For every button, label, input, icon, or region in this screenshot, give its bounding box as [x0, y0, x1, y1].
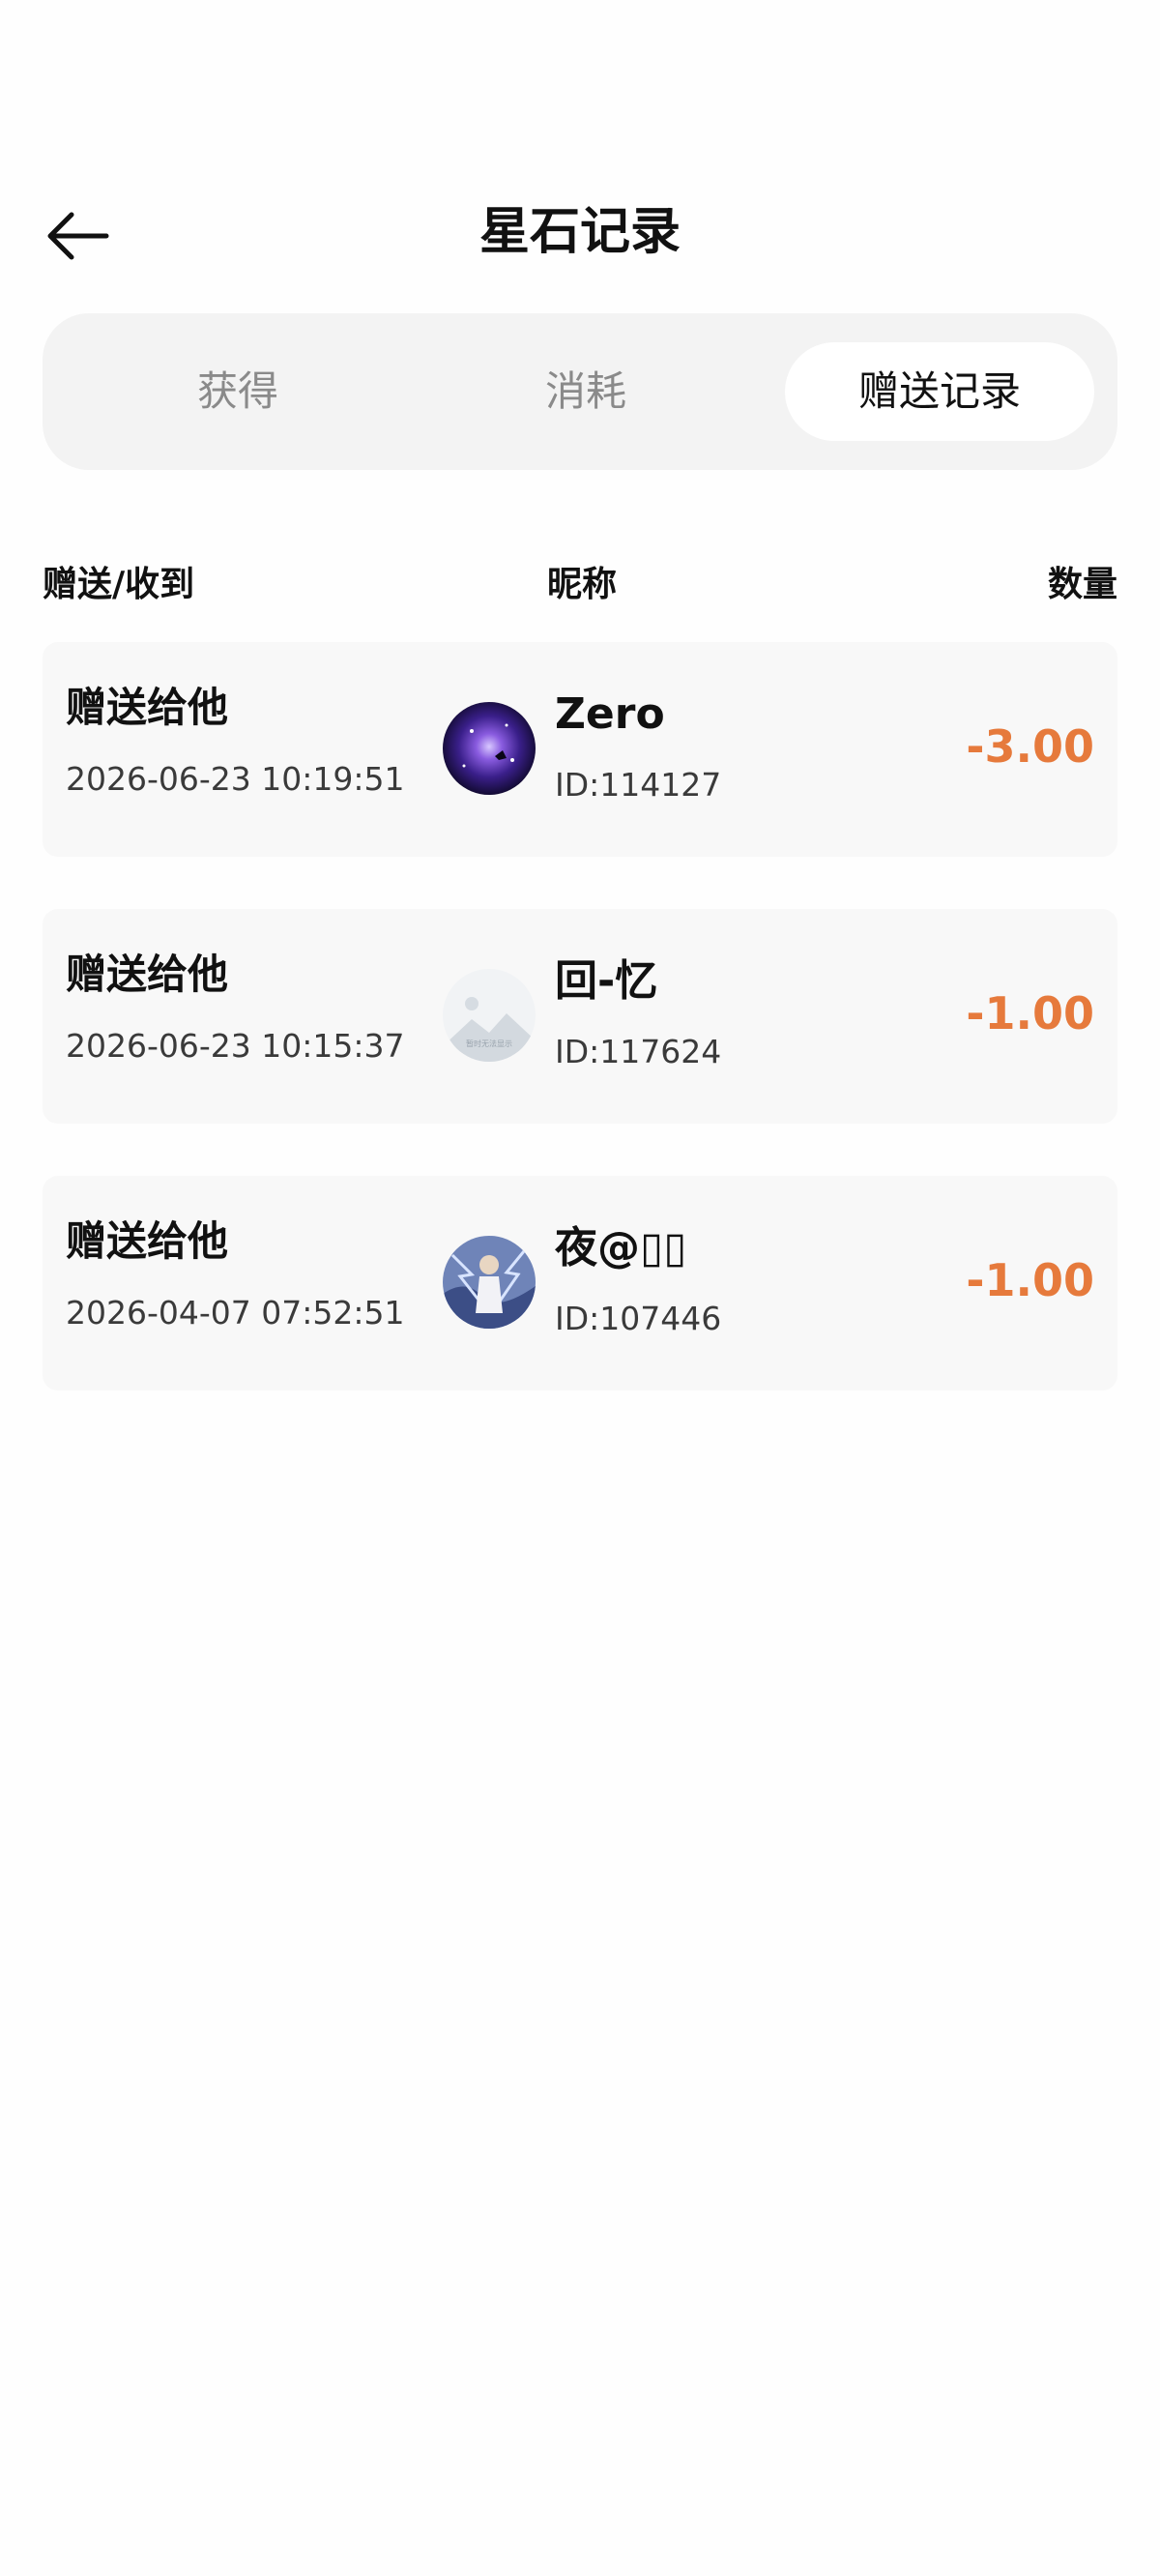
record-time: 2026-04-07 07:52:51 [66, 1294, 405, 1332]
list-item[interactable]: 赠送给他 2026-04-07 07:52:51 夜@▯▯ ID:107446 … [43, 1176, 1117, 1390]
avatar[interactable]: 暂时无法显示 [443, 969, 536, 1062]
column-header-nickname: 昵称 [547, 565, 618, 604]
user-id: ID:107446 [555, 1300, 722, 1337]
record-type: 赠送给他 [66, 684, 229, 731]
column-headers: 赠送/收到 昵称 数量 [43, 561, 1117, 609]
avatar-placeholder-caption: 暂时无法显示 [466, 1039, 512, 1048]
header: 星石记录 [0, 184, 1160, 280]
avatar[interactable] [443, 1236, 536, 1329]
nickname: 回-忆 [555, 956, 658, 1006]
column-header-direction: 赠送/收到 [43, 565, 195, 604]
user-id: ID:114127 [555, 766, 722, 804]
column-header-quantity: 数量 [1047, 565, 1117, 604]
record-list: 赠送给他 2026-06-23 10:19:51 Zero ID:114127 … [43, 642, 1117, 1443]
tab-obtained[interactable]: 获得 [81, 342, 394, 441]
list-item[interactable]: 赠送给他 2026-06-23 10:19:51 Zero ID:114127 … [43, 642, 1117, 857]
amount: -1.00 [966, 1254, 1094, 1306]
tab-consumed[interactable]: 消耗 [429, 342, 742, 441]
list-item[interactable]: 赠送给他 2026-06-23 10:15:37 暂时无法显示 回-忆 ID:1… [43, 909, 1117, 1124]
amount: -3.00 [966, 720, 1094, 773]
record-type: 赠送给他 [66, 1217, 229, 1265]
nickname: Zero [555, 689, 665, 739]
record-time: 2026-06-23 10:15:37 [66, 1027, 405, 1065]
record-time: 2026-06-23 10:19:51 [66, 760, 405, 798]
user-id: ID:117624 [555, 1033, 722, 1070]
page-title: 星石记录 [478, 203, 681, 261]
tab-bar: 获得 消耗 赠送记录 [43, 313, 1117, 470]
avatar[interactable] [443, 702, 536, 795]
nickname: 夜@▯▯ [555, 1223, 687, 1273]
record-type: 赠送给他 [66, 951, 229, 998]
tab-gift-records[interactable]: 赠送记录 [785, 342, 1094, 441]
amount: -1.00 [966, 987, 1094, 1039]
